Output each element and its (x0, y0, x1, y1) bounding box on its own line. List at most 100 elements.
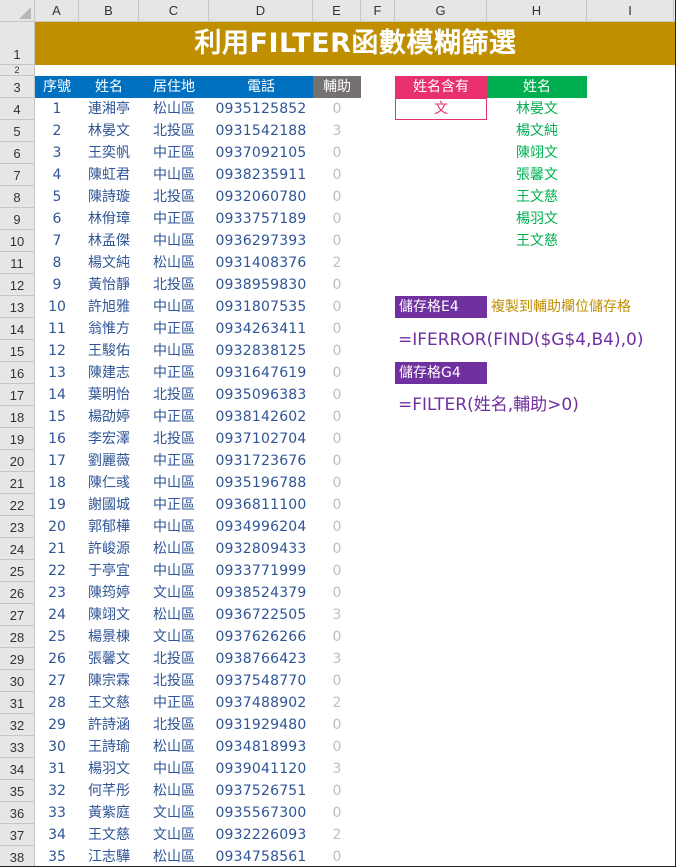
cell-residence[interactable]: 文山區 (139, 824, 209, 846)
cell-name[interactable]: 劉麗薇 (79, 450, 139, 472)
cell-residence[interactable]: 北投區 (139, 384, 209, 406)
cell-name[interactable]: 林佾璋 (79, 208, 139, 230)
row-header-11[interactable]: 11 (0, 252, 35, 274)
row-header-30[interactable]: 30 (0, 670, 35, 692)
cell-residence[interactable]: 中正區 (139, 450, 209, 472)
cell-aux[interactable]: 0 (313, 472, 361, 494)
cell-name[interactable]: 郭郁樺 (79, 516, 139, 538)
row-header-14[interactable]: 14 (0, 318, 35, 340)
cell-residence[interactable]: 北投區 (139, 714, 209, 736)
cell-phone[interactable]: 0939041120 (209, 758, 313, 780)
row-header-1[interactable]: 1 (0, 22, 35, 65)
cell-name[interactable]: 楊劭婷 (79, 406, 139, 428)
cell-serial[interactable]: 17 (35, 450, 79, 472)
row-header-22[interactable]: 22 (0, 494, 35, 516)
criteria-input-cell[interactable]: 文 (395, 98, 487, 120)
row-header-29[interactable]: 29 (0, 648, 35, 670)
cell-phone[interactable]: 0931542188 (209, 120, 313, 142)
result-cell[interactable]: 陳翊文 (487, 142, 587, 164)
cell-serial[interactable]: 18 (35, 472, 79, 494)
row-header-35[interactable]: 35 (0, 780, 35, 802)
cell-residence[interactable]: 中山區 (139, 516, 209, 538)
cell-residence[interactable]: 北投區 (139, 670, 209, 692)
row-header-13[interactable]: 13 (0, 296, 35, 318)
cell-residence[interactable]: 中山區 (139, 164, 209, 186)
header-residence[interactable]: 居住地 (139, 76, 209, 98)
cell-aux[interactable]: 0 (313, 98, 361, 120)
cell-serial[interactable]: 29 (35, 714, 79, 736)
select-all-button[interactable] (0, 0, 35, 22)
result-header[interactable]: 姓名 (487, 76, 587, 98)
cell-name[interactable]: 王文慈 (79, 824, 139, 846)
cell-aux[interactable]: 0 (313, 582, 361, 604)
result-cell[interactable]: 林晏文 (487, 98, 587, 120)
cell-residence[interactable]: 松山區 (139, 736, 209, 758)
cell-aux[interactable]: 3 (313, 120, 361, 142)
result-cell[interactable]: 王文慈 (487, 230, 587, 252)
cell-residence[interactable]: 中正區 (139, 406, 209, 428)
row-header-5[interactable]: 5 (0, 120, 35, 142)
header-serial[interactable]: 序號 (35, 76, 79, 98)
cell-serial[interactable]: 32 (35, 780, 79, 802)
cell-serial[interactable]: 2 (35, 120, 79, 142)
cell-serial[interactable]: 33 (35, 802, 79, 824)
cell-aux[interactable]: 0 (313, 340, 361, 362)
cell-aux[interactable]: 0 (313, 142, 361, 164)
cell-name[interactable]: 李宏澤 (79, 428, 139, 450)
cell-phone[interactable]: 0938524379 (209, 582, 313, 604)
cell-phone[interactable]: 0935567300 (209, 802, 313, 824)
cell-aux[interactable]: 0 (313, 560, 361, 582)
row-header-18[interactable]: 18 (0, 406, 35, 428)
cell-serial[interactable]: 21 (35, 538, 79, 560)
row-header-24[interactable]: 24 (0, 538, 35, 560)
cell-serial[interactable]: 15 (35, 406, 79, 428)
cell-name[interactable]: 王文慈 (79, 692, 139, 714)
cell-name[interactable]: 許旭雅 (79, 296, 139, 318)
cell-serial[interactable]: 4 (35, 164, 79, 186)
cell-residence[interactable]: 松山區 (139, 538, 209, 560)
header-aux[interactable]: 輔助 (313, 76, 361, 98)
cell-name[interactable]: 陳詩璇 (79, 186, 139, 208)
cell-name[interactable]: 江志驊 (79, 846, 139, 867)
cell-phone[interactable]: 0934996204 (209, 516, 313, 538)
cell-residence[interactable]: 北投區 (139, 120, 209, 142)
cell-residence[interactable]: 中山區 (139, 560, 209, 582)
cell-serial[interactable]: 20 (35, 516, 79, 538)
column-header-d[interactable]: D (209, 0, 313, 22)
criteria-header[interactable]: 姓名含有 (395, 76, 487, 98)
cell-serial[interactable]: 26 (35, 648, 79, 670)
cell-residence[interactable]: 北投區 (139, 186, 209, 208)
cell-phone[interactable]: 0935196788 (209, 472, 313, 494)
cell-residence[interactable]: 北投區 (139, 428, 209, 450)
row-header-32[interactable]: 32 (0, 714, 35, 736)
cell-phone[interactable]: 0934263411 (209, 318, 313, 340)
cell-serial[interactable]: 3 (35, 142, 79, 164)
cell-residence[interactable]: 中正區 (139, 318, 209, 340)
cell-name[interactable]: 何芊彤 (79, 780, 139, 802)
cell-name[interactable]: 王奕帆 (79, 142, 139, 164)
row-header-36[interactable]: 36 (0, 802, 35, 824)
cell-aux[interactable]: 2 (313, 692, 361, 714)
cell-serial[interactable]: 8 (35, 252, 79, 274)
cell-serial[interactable]: 27 (35, 670, 79, 692)
row-header-9[interactable]: 9 (0, 208, 35, 230)
cell-name[interactable]: 謝國城 (79, 494, 139, 516)
cell-phone[interactable]: 0938959830 (209, 274, 313, 296)
row-header-15[interactable]: 15 (0, 340, 35, 362)
row-header-10[interactable]: 10 (0, 230, 35, 252)
cell-name[interactable]: 翁惟方 (79, 318, 139, 340)
result-cell[interactable]: 張馨文 (487, 164, 587, 186)
cell-serial[interactable]: 16 (35, 428, 79, 450)
column-header-b[interactable]: B (79, 0, 139, 22)
row-header-26[interactable]: 26 (0, 582, 35, 604)
cell-phone[interactable]: 0932226093 (209, 824, 313, 846)
cell-aux[interactable]: 0 (313, 230, 361, 252)
cell-name[interactable]: 張馨文 (79, 648, 139, 670)
cell-aux[interactable]: 0 (313, 714, 361, 736)
row-header-7[interactable]: 7 (0, 164, 35, 186)
cell-phone[interactable]: 0936297393 (209, 230, 313, 252)
row-header-3[interactable]: 3 (0, 76, 35, 98)
cell-name[interactable]: 黃紫庭 (79, 802, 139, 824)
row-header-25[interactable]: 25 (0, 560, 35, 582)
cell-aux[interactable]: 0 (313, 428, 361, 450)
